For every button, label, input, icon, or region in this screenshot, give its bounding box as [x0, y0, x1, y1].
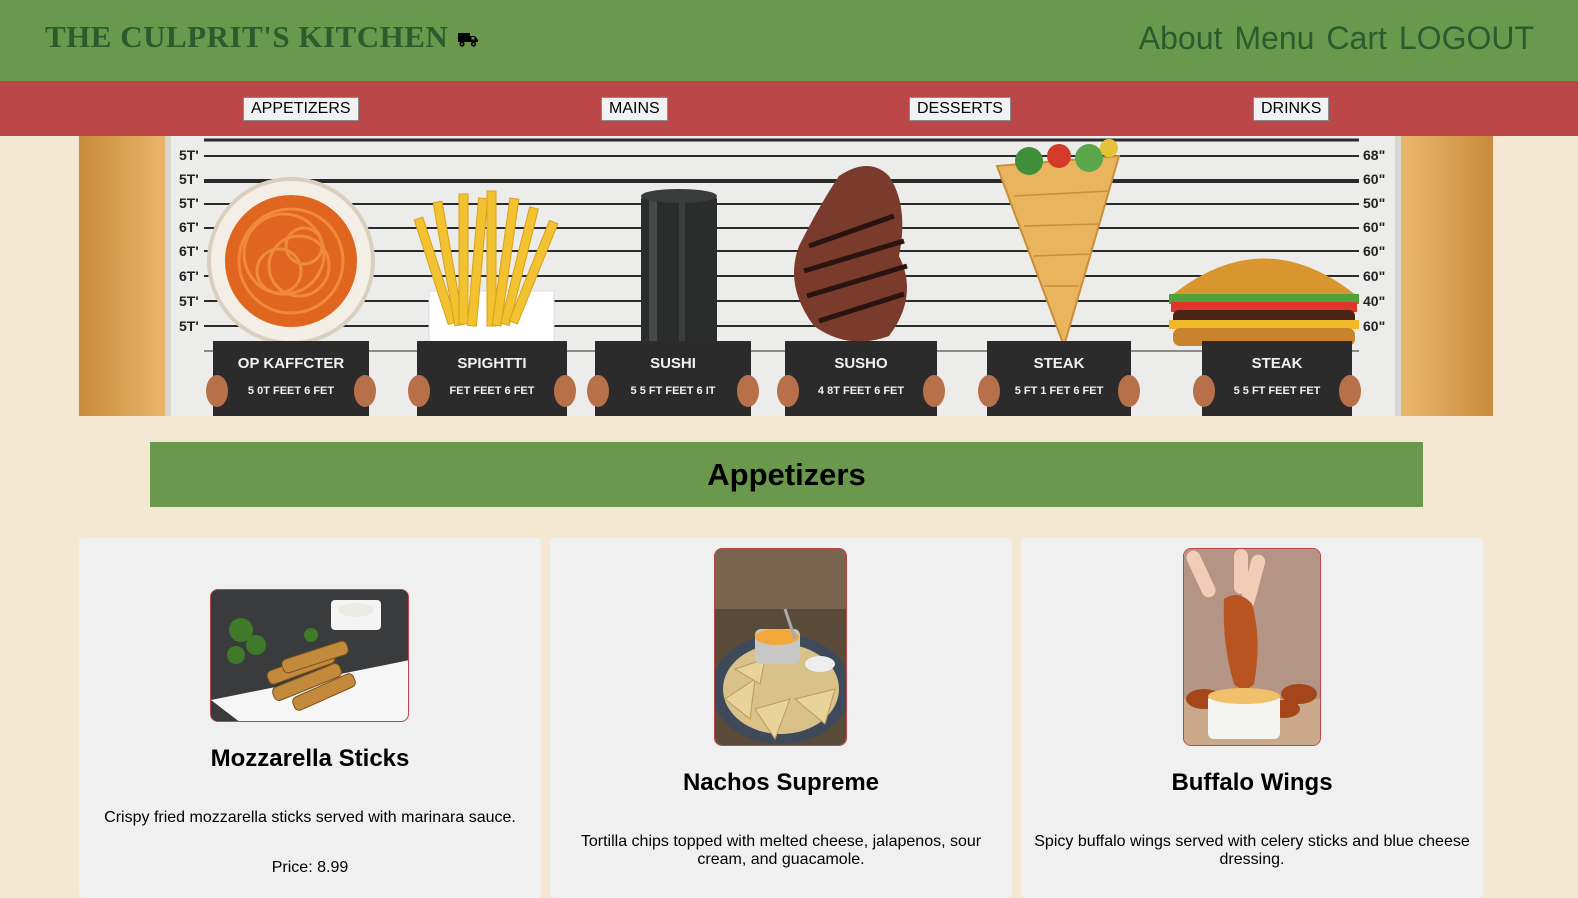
- item-description: Tortilla chips topped with melted cheese…: [580, 833, 982, 868]
- section-title: Appetizers: [707, 456, 866, 492]
- mugshot-placard: OP KAFFCTER 5 0T FEET 6 FET: [213, 341, 369, 416]
- truck-icon: [458, 33, 478, 47]
- height-mark-right: 60": [1363, 171, 1385, 187]
- svg-text:5 FT 1 FET 6 FET: 5 FT 1 FET 6 FET: [1015, 385, 1104, 397]
- height-mark-right: 50": [1363, 195, 1385, 211]
- svg-text:4 8T FEET 6 FET: 4 8T FEET 6 FET: [818, 385, 904, 397]
- item-description: Crispy fried mozzarella sticks served wi…: [104, 809, 516, 826]
- height-mark-left: 6T': [179, 219, 199, 235]
- height-mark-left: 5T': [179, 195, 199, 211]
- nav-cart-link[interactable]: Cart: [1326, 20, 1386, 57]
- category-appetizers-button[interactable]: APPETIZERS: [243, 97, 359, 121]
- svg-text:STEAK: STEAK: [1252, 355, 1303, 372]
- category-bar: APPETIZERS MAINS DESSERTS DRINKS: [0, 81, 1578, 136]
- mugshot-placard: SUSHI 5 5 FT FEET 6 IT: [595, 341, 751, 416]
- height-mark-left: 5T': [179, 318, 199, 334]
- item-name: Nachos Supreme: [682, 769, 880, 796]
- mugshot-placard: STEAK 5 FT 1 FET 6 FET: [987, 341, 1131, 416]
- item-description: Spicy buffalo wings served with celery s…: [1034, 833, 1470, 868]
- nav-logout-link[interactable]: LOGOUT: [1399, 20, 1534, 57]
- sushi-roll-icon: [641, 189, 717, 354]
- svg-text:SUSHO: SUSHO: [834, 355, 888, 372]
- top-nav: About Menu Cart LOGOUT: [1139, 20, 1534, 57]
- section-heading-bar: Appetizers: [150, 442, 1423, 507]
- mugshot-lineup-illustration: 5T' 5T' 5T' 6T' 6T' 6T' 5T' 5T' 68" 60" …: [165, 136, 1401, 416]
- svg-text:SPIGHTTI: SPIGHTTI: [457, 355, 526, 372]
- buffalo-wings-photo: [1183, 548, 1321, 746]
- svg-text:5 5 FT FEET 6 IT: 5 5 FT FEET 6 IT: [631, 385, 716, 397]
- menu-item-card[interactable]: Mozzarella Sticks Crispy fried mozzarell…: [79, 538, 541, 898]
- height-mark-right: 60": [1363, 318, 1385, 334]
- svg-text:STEAK: STEAK: [1034, 355, 1085, 372]
- mugshot-placard: SUSHO 4 8T FEET 6 FET: [785, 341, 937, 416]
- height-mark-left: 6T': [179, 268, 199, 284]
- nachos-photo: [714, 548, 847, 746]
- svg-text:5 5 FT FEET FET: 5 5 FT FEET FET: [1234, 385, 1321, 397]
- height-mark-left: 6T': [179, 243, 199, 259]
- height-mark-right: 68": [1363, 147, 1385, 163]
- mozzarella-sticks-photo: [210, 589, 409, 722]
- category-mains-button[interactable]: MAINS: [601, 97, 668, 121]
- height-mark-left: 5T': [179, 171, 199, 187]
- svg-text:OP KAFFCTER: OP KAFFCTER: [238, 355, 345, 372]
- height-mark-right: 60": [1363, 219, 1385, 235]
- svg-text:FET FEET 6 FET: FET FEET 6 FET: [450, 385, 535, 397]
- nav-menu-link[interactable]: Menu: [1234, 20, 1314, 57]
- menu-item-card[interactable]: Buffalo Wings Spicy buffalo wings served…: [1021, 538, 1483, 898]
- height-mark-left: 5T': [179, 147, 199, 163]
- spaghetti-icon: [207, 177, 375, 345]
- height-mark-right: 40": [1363, 293, 1385, 309]
- site-header: THE CULPRIT'S KITCHEN About Menu Cart LO…: [0, 0, 1578, 81]
- item-price: Price: 8.99: [271, 859, 349, 876]
- mugshot-placard: STEAK 5 5 FT FEET FET: [1202, 341, 1352, 416]
- category-desserts-button[interactable]: DESSERTS: [909, 97, 1011, 121]
- hero-banner: 5T' 5T' 5T' 6T' 6T' 6T' 5T' 5T' 68" 60" …: [79, 136, 1493, 416]
- item-name: Mozzarella Sticks: [210, 745, 410, 772]
- height-mark-left: 5T': [179, 293, 199, 309]
- svg-text:SUSHI: SUSHI: [650, 355, 696, 372]
- height-mark-right: 60": [1363, 243, 1385, 259]
- site-brand[interactable]: THE CULPRIT'S KITCHEN: [45, 19, 448, 55]
- category-drinks-button[interactable]: DRINKS: [1253, 97, 1330, 121]
- mugshot-placard: SPIGHTTI FET FEET 6 FET: [417, 341, 567, 416]
- nav-about-link[interactable]: About: [1139, 20, 1223, 57]
- menu-item-card[interactable]: Nachos Supreme Tortilla chips topped wit…: [550, 538, 1012, 898]
- item-name: Buffalo Wings: [1171, 769, 1333, 796]
- height-mark-right: 60": [1363, 268, 1385, 284]
- svg-text:5 0T FEET 6 FET: 5 0T FEET 6 FET: [248, 385, 334, 397]
